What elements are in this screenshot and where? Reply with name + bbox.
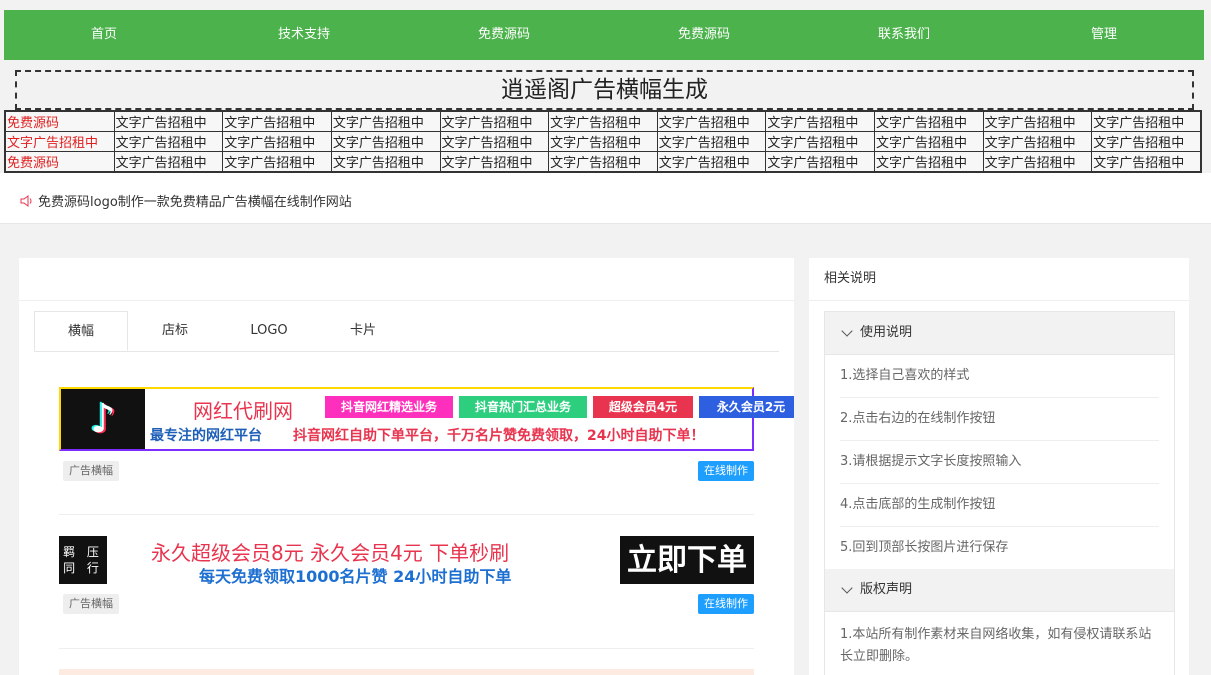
top-nav: 首页 技术支持 免费源码 免费源码 联系我们 管理 [4,10,1204,60]
ad-link[interactable]: 文字广告招租中 [656,151,767,173]
ad-link[interactable]: 文字广告招租中 [113,110,224,132]
banner-title: 逍遥阁广告横幅生成 [15,70,1194,110]
template-panel: 横幅 店标 LOGO 卡片 ♪ 网红代刷网 最专注的网红平台 抖音网红精选业务 … [19,258,794,675]
banner-pill: 抖音热门汇总业务 [459,396,587,418]
template-card: ♪ 网红代刷网 最专注的网红平台 抖音网红精选业务 抖音热门汇总业务 超级会员4… [59,387,794,485]
category-tag: 广告横幅 [63,461,119,481]
make-online-button[interactable]: 在线制作 [698,461,754,481]
card-meta: 广告横幅 在线制作 [59,594,754,618]
order-now-graphic: 立即下单 [620,536,754,584]
ad-link[interactable]: 免费源码 [4,151,115,173]
ad-link[interactable]: 文字广告招租中 [656,131,767,152]
usage-collapse-title[interactable]: 使用说明 [825,312,1174,355]
usage-steps: 1.选择自己喜欢的样式 2.点击右边的在线制作按钮 3.请根据提示文字长度按照输… [825,355,1174,569]
tab-card[interactable]: 卡片 [316,311,410,351]
copyright-collapse-title[interactable]: 版权声明 [825,569,1174,612]
ad-link[interactable]: 文字广告招租中 [439,151,550,173]
ad-link[interactable]: 文字广告招租中 [874,151,984,173]
ad-link[interactable]: 文字广告招租中 [982,131,1093,152]
make-online-button[interactable]: 在线制作 [698,594,754,614]
ad-link[interactable]: 免费源码 [4,110,115,132]
card-meta: 广告横幅 在线制作 [59,461,754,485]
copyright-title-label: 版权声明 [860,582,913,597]
banner-subheadline: 每天免费领取1000名片赞 24小时自助下单 [199,567,512,586]
banner-pill: 抖音网红精选业务 [325,396,453,418]
ad-link[interactable]: 文字广告招租中 [874,110,984,132]
ad-link[interactable]: 文字广告招租中 [113,151,224,173]
ad-link[interactable]: 文字广告招租中 [765,110,875,132]
info-panel: 相关说明 使用说明 1.选择自己喜欢的样式 2.点击右边的在线制作按钮 3.请根… [809,258,1189,675]
nav-item-contact[interactable]: 联系我们 [804,10,1004,60]
ad-link[interactable]: 文字广告招租中 [222,131,332,152]
banner-subheadline: 最专注的网红平台 [150,428,262,444]
text-ad-table: 免费源码 文字广告招租中 文字广告招租中 文字广告招租中 文字广告招租中 文字广… [4,110,1202,173]
chevron-down-icon [841,325,853,337]
divider [59,514,754,515]
ad-link[interactable]: 文字广告招租中 [548,151,658,173]
ad-link[interactable]: 文字广告招租中 [4,131,115,152]
list-item: 1.选择自己喜欢的样式 [840,355,1159,398]
template-card: 羁 压 同 行 永久超级会员8元 永久会员4元 下单秒刷 每天免费领取1000名… [59,536,754,618]
list-item: 5.回到顶部长按图片进行保存 [840,540,1009,555]
ad-link[interactable]: 文字广告招租中 [1091,131,1202,152]
template-tabs: 横幅 店标 LOGO 卡片 [34,311,779,352]
banner-pill: 永久会员2元 [699,396,794,418]
ad-link[interactable]: 文字广告招租中 [765,151,875,173]
nav-item-free-source-2[interactable]: 免费源码 [604,10,804,60]
ad-link[interactable]: 文字广告招租中 [765,131,875,152]
ad-link[interactable]: 文字广告招租中 [874,131,984,152]
usage-collapse: 使用说明 1.选择自己喜欢的样式 2.点击右边的在线制作按钮 3.请根据提示文字… [824,311,1175,570]
ad-link[interactable]: 文字广告招租中 [330,151,441,173]
table-row: 文字广告招租中 文字广告招租中 文字广告招租中 文字广告招租中 文字广告招租中 … [4,131,1202,152]
notice: 免费源码logo制作一款免费精品广告横幅在线制作网站 [20,191,352,210]
nav-item-admin[interactable]: 管理 [1004,10,1204,60]
table-row: 免费源码 文字广告招租中 文字广告招租中 文字广告招租中 文字广告招租中 文字广… [4,151,1202,173]
banner-pill: 超级会员4元 [593,396,693,418]
notice-text: 免费源码logo制作一款免费精品广告横幅在线制作网站 [38,195,352,210]
banner-preview[interactable]: ♪ 网红代刷网 最专注的网红平台 抖音网红精选业务 抖音热门汇总业务 超级会员4… [59,387,794,451]
ad-link[interactable]: 文字广告招租中 [1091,151,1202,173]
table-row: 免费源码 文字广告招租中 文字广告招租中 文字广告招租中 文字广告招租中 文字广… [4,110,1202,132]
tab-banner[interactable]: 横幅 [34,311,128,351]
banner-content: 网红代刷网 最专注的网红平台 抖音网红精选业务 抖音热门汇总业务 超级会员4元 … [145,389,794,449]
tab-logo[interactable]: LOGO [222,311,316,351]
ad-link[interactable]: 文字广告招租中 [548,131,658,152]
category-tag: 广告横幅 [63,594,119,614]
divider [59,648,754,649]
ad-link[interactable]: 文字广告招租中 [439,110,550,132]
banner-preview[interactable] [59,669,754,675]
panel-header [19,258,794,301]
ad-link[interactable]: 文字广告招租中 [656,110,767,132]
ad-link[interactable]: 文字广告招租中 [330,131,441,152]
speaker-icon [20,194,32,207]
ad-link[interactable]: 文字广告招租中 [330,110,441,132]
copyright-text: 1.本站所有制作素材来自网络收集，如有侵权请联系站长立即删除。 [825,612,1174,675]
usage-title-label: 使用说明 [860,325,913,340]
ad-link[interactable]: 文字广告招租中 [439,131,550,152]
seal-logo: 羁 压 同 行 [59,536,107,584]
nav-item-home[interactable]: 首页 [4,10,204,60]
ad-link[interactable]: 文字广告招租中 [222,151,332,173]
tiktok-logo-icon: ♪ [61,389,145,449]
nav-item-free-source[interactable]: 免费源码 [404,10,604,60]
ad-link[interactable]: 文字广告招租中 [982,110,1093,132]
list-item: 4.点击底部的生成制作按钮 [840,484,1159,527]
ad-link[interactable]: 文字广告招租中 [1091,110,1202,132]
banner-preview[interactable]: 羁 压 同 行 永久超级会员8元 永久会员4元 下单秒刷 每天免费领取1000名… [59,536,754,586]
info-panel-title: 相关说明 [809,258,1189,301]
list-item: 3.请根据提示文字长度按照输入 [840,441,1159,484]
ad-link[interactable]: 文字广告招租中 [548,110,658,132]
notice-bar: 免费源码logo制作一款免费精品广告横幅在线制作网站 [0,173,1211,224]
ad-link[interactable]: 文字广告招租中 [982,151,1093,173]
ad-link[interactable]: 文字广告招租中 [222,110,332,132]
list-item: 2.点击右边的在线制作按钮 [840,398,1159,441]
ad-link[interactable]: 文字广告招租中 [113,131,224,152]
chevron-down-icon [841,582,853,594]
tab-shop-logo[interactable]: 店标 [128,311,222,351]
banner-headline: 永久超级会员8元 永久会员4元 下单秒刷 [151,541,510,565]
banner-description: 抖音网红自助下单平台，千万名片赞免费领取，24小时自助下单！ [293,428,705,444]
nav-item-tech-support[interactable]: 技术支持 [204,10,404,60]
copyright-collapse: 版权声明 1.本站所有制作素材来自网络收集，如有侵权请联系站长立即删除。 [824,569,1175,675]
banner-headline: 网红代刷网 [193,399,293,423]
